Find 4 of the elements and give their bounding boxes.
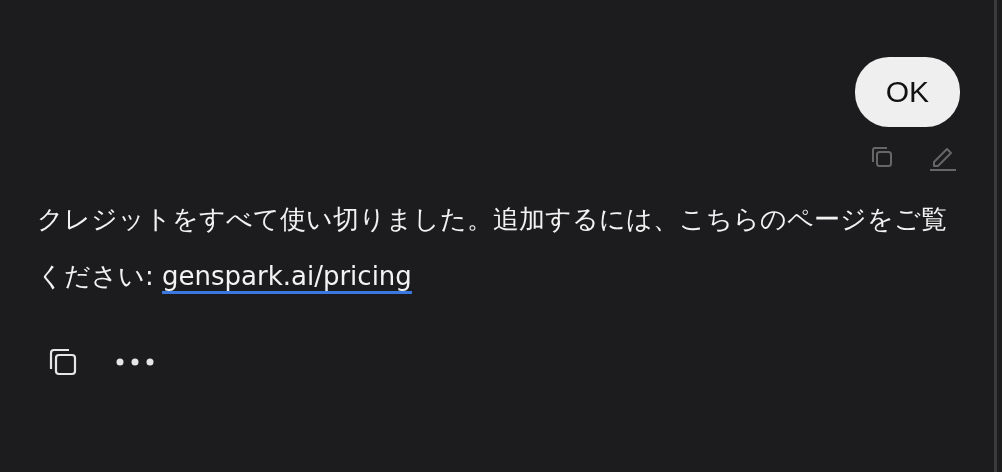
more-icon[interactable] (115, 357, 155, 367)
assistant-message: クレジットをすべて使い切りました。追加するには、こちらのページをご覧ください: genspark.ai/pricing (37, 191, 964, 305)
pricing-link[interactable]: genspark.ai/pricing (162, 261, 412, 294)
user-message: OK (854, 57, 960, 127)
